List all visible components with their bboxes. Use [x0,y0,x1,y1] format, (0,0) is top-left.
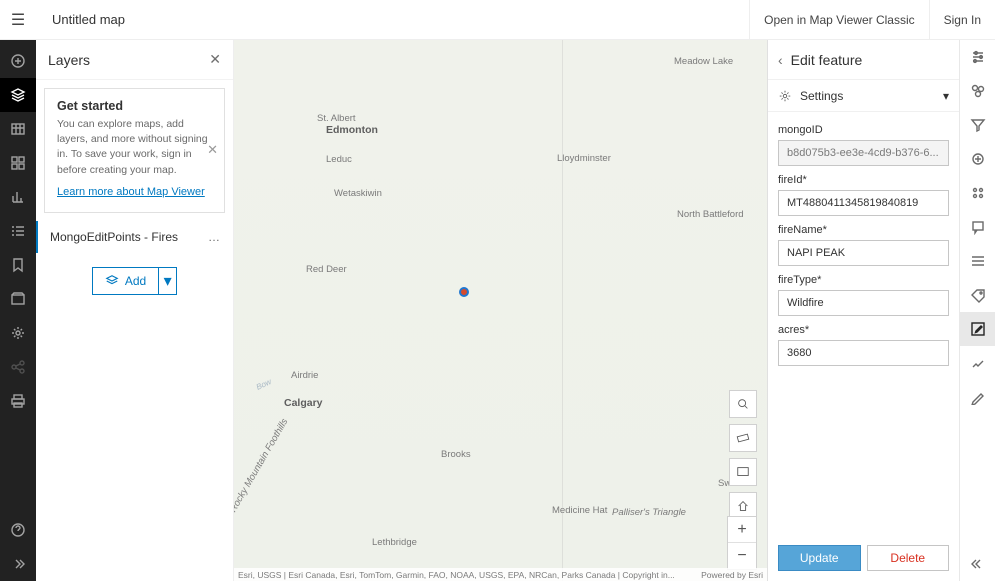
close-icon[interactable]: ✕ [209,51,221,68]
get-started-card: Get started You can explore maps, add la… [44,88,225,213]
map-title: Untitled map [52,12,125,27]
sketch-icon[interactable] [960,380,995,414]
collapse-icon[interactable] [0,547,36,581]
fireid-label: fireId* [778,174,949,186]
map-label: Brooks [441,449,471,460]
add-icon[interactable] [0,44,36,78]
share-icon[interactable] [0,350,36,384]
edit-feature-panel: ‹ Edit feature Settings ▾ mongoID fireId… [767,40,959,581]
edit-icon[interactable] [960,312,995,346]
chevron-down-icon: ▾ [943,89,949,103]
styles-icon[interactable] [960,74,995,108]
basemap-icon[interactable] [0,146,36,180]
map-label: St. Albert [317,113,356,124]
fullscreen-icon[interactable] [729,458,757,486]
firetype-field[interactable] [778,290,949,316]
measure-tool-icon[interactable] [729,424,757,452]
bookmark-icon[interactable] [0,248,36,282]
settings-toggle[interactable]: Settings ▾ [768,80,959,112]
delete-button[interactable]: Delete [867,545,950,571]
legend-icon[interactable] [0,214,36,248]
map-label: Meadow Lake [674,56,733,67]
mongoid-label: mongoID [778,124,949,136]
menu-icon[interactable]: ☰ [0,10,36,30]
layer-more-icon[interactable]: … [208,230,221,244]
map-label: Calgary [284,397,323,409]
map-border [562,40,563,581]
firename-label: fireName* [778,224,949,236]
zoom-out-button[interactable]: − [728,543,756,569]
map-label: Rocky Mountain Foothills [234,417,290,514]
map-label: Lethbridge [372,537,417,548]
sign-in-link[interactable]: Sign In [929,0,995,40]
add-dropdown-button[interactable]: ▾ [158,268,176,294]
zoom-in-button[interactable]: + [728,517,756,543]
print-icon[interactable] [0,384,36,418]
sliders-icon[interactable] [960,40,995,74]
left-nav-rail [0,40,36,581]
map-label: North Battleford [677,209,744,220]
map-label: Leduc [326,154,352,165]
search-tool-icon[interactable] [729,390,757,418]
map-canvas[interactable]: Meadow Lake St. Albert Edmonton Leduc We… [234,40,767,581]
layers-icon[interactable] [0,78,36,112]
effects-icon[interactable] [960,142,995,176]
map-label: Wetaskiwin [334,188,382,199]
help-icon[interactable] [0,513,36,547]
analysis-icon[interactable] [960,346,995,380]
layer-item[interactable]: MongoEditPoints - Fires … [36,221,233,253]
fields-icon[interactable] [960,244,995,278]
map-label: Airdrie [291,370,318,381]
tables-icon[interactable] [0,112,36,146]
map-label: Palliser's Triangle [612,507,686,518]
update-button[interactable]: Update [778,545,861,571]
properties-icon[interactable] [0,316,36,350]
add-layer-button[interactable]: Add [93,268,158,294]
filter-icon[interactable] [960,108,995,142]
map-label: Lloydminster [557,153,611,164]
card-body: You can explore maps, add layers, and mo… [57,117,212,178]
collapse-right-icon[interactable] [960,547,995,581]
acres-label: acres* [778,324,949,336]
charts-icon[interactable] [0,180,36,214]
open-classic-link[interactable]: Open in Map Viewer Classic [749,0,929,40]
gear-icon [778,89,792,103]
right-nav-rail [959,40,995,581]
map-attribution: Esri, USGS | Esri Canada, Esri, TomTom, … [234,568,767,581]
feature-point[interactable] [459,287,469,297]
popup-icon[interactable] [960,210,995,244]
panel-title: Layers [48,52,90,68]
labels-icon[interactable] [960,278,995,312]
fireid-field[interactable] [778,190,949,216]
firetype-label: fireType* [778,274,949,286]
layers-plus-icon [105,274,119,288]
mongoid-field [778,140,949,166]
map-label: Edmonton [326,124,378,136]
back-icon[interactable]: ‹ [778,52,783,68]
map-label: Medicine Hat [552,505,607,516]
layer-name: MongoEditPoints - Fires [50,230,178,244]
save-icon[interactable] [0,282,36,316]
dismiss-card-icon[interactable]: ✕ [207,142,218,158]
layers-panel: Layers ✕ Get started You can explore map… [36,40,234,581]
river-label: Bow [255,377,273,392]
card-title: Get started [57,99,212,113]
firename-field[interactable] [778,240,949,266]
map-label: Red Deer [306,264,347,275]
learn-more-link[interactable]: Learn more about Map Viewer [57,186,205,198]
acres-field[interactable] [778,340,949,366]
aggregation-icon[interactable] [960,176,995,210]
edit-title: Edit feature [791,52,863,68]
